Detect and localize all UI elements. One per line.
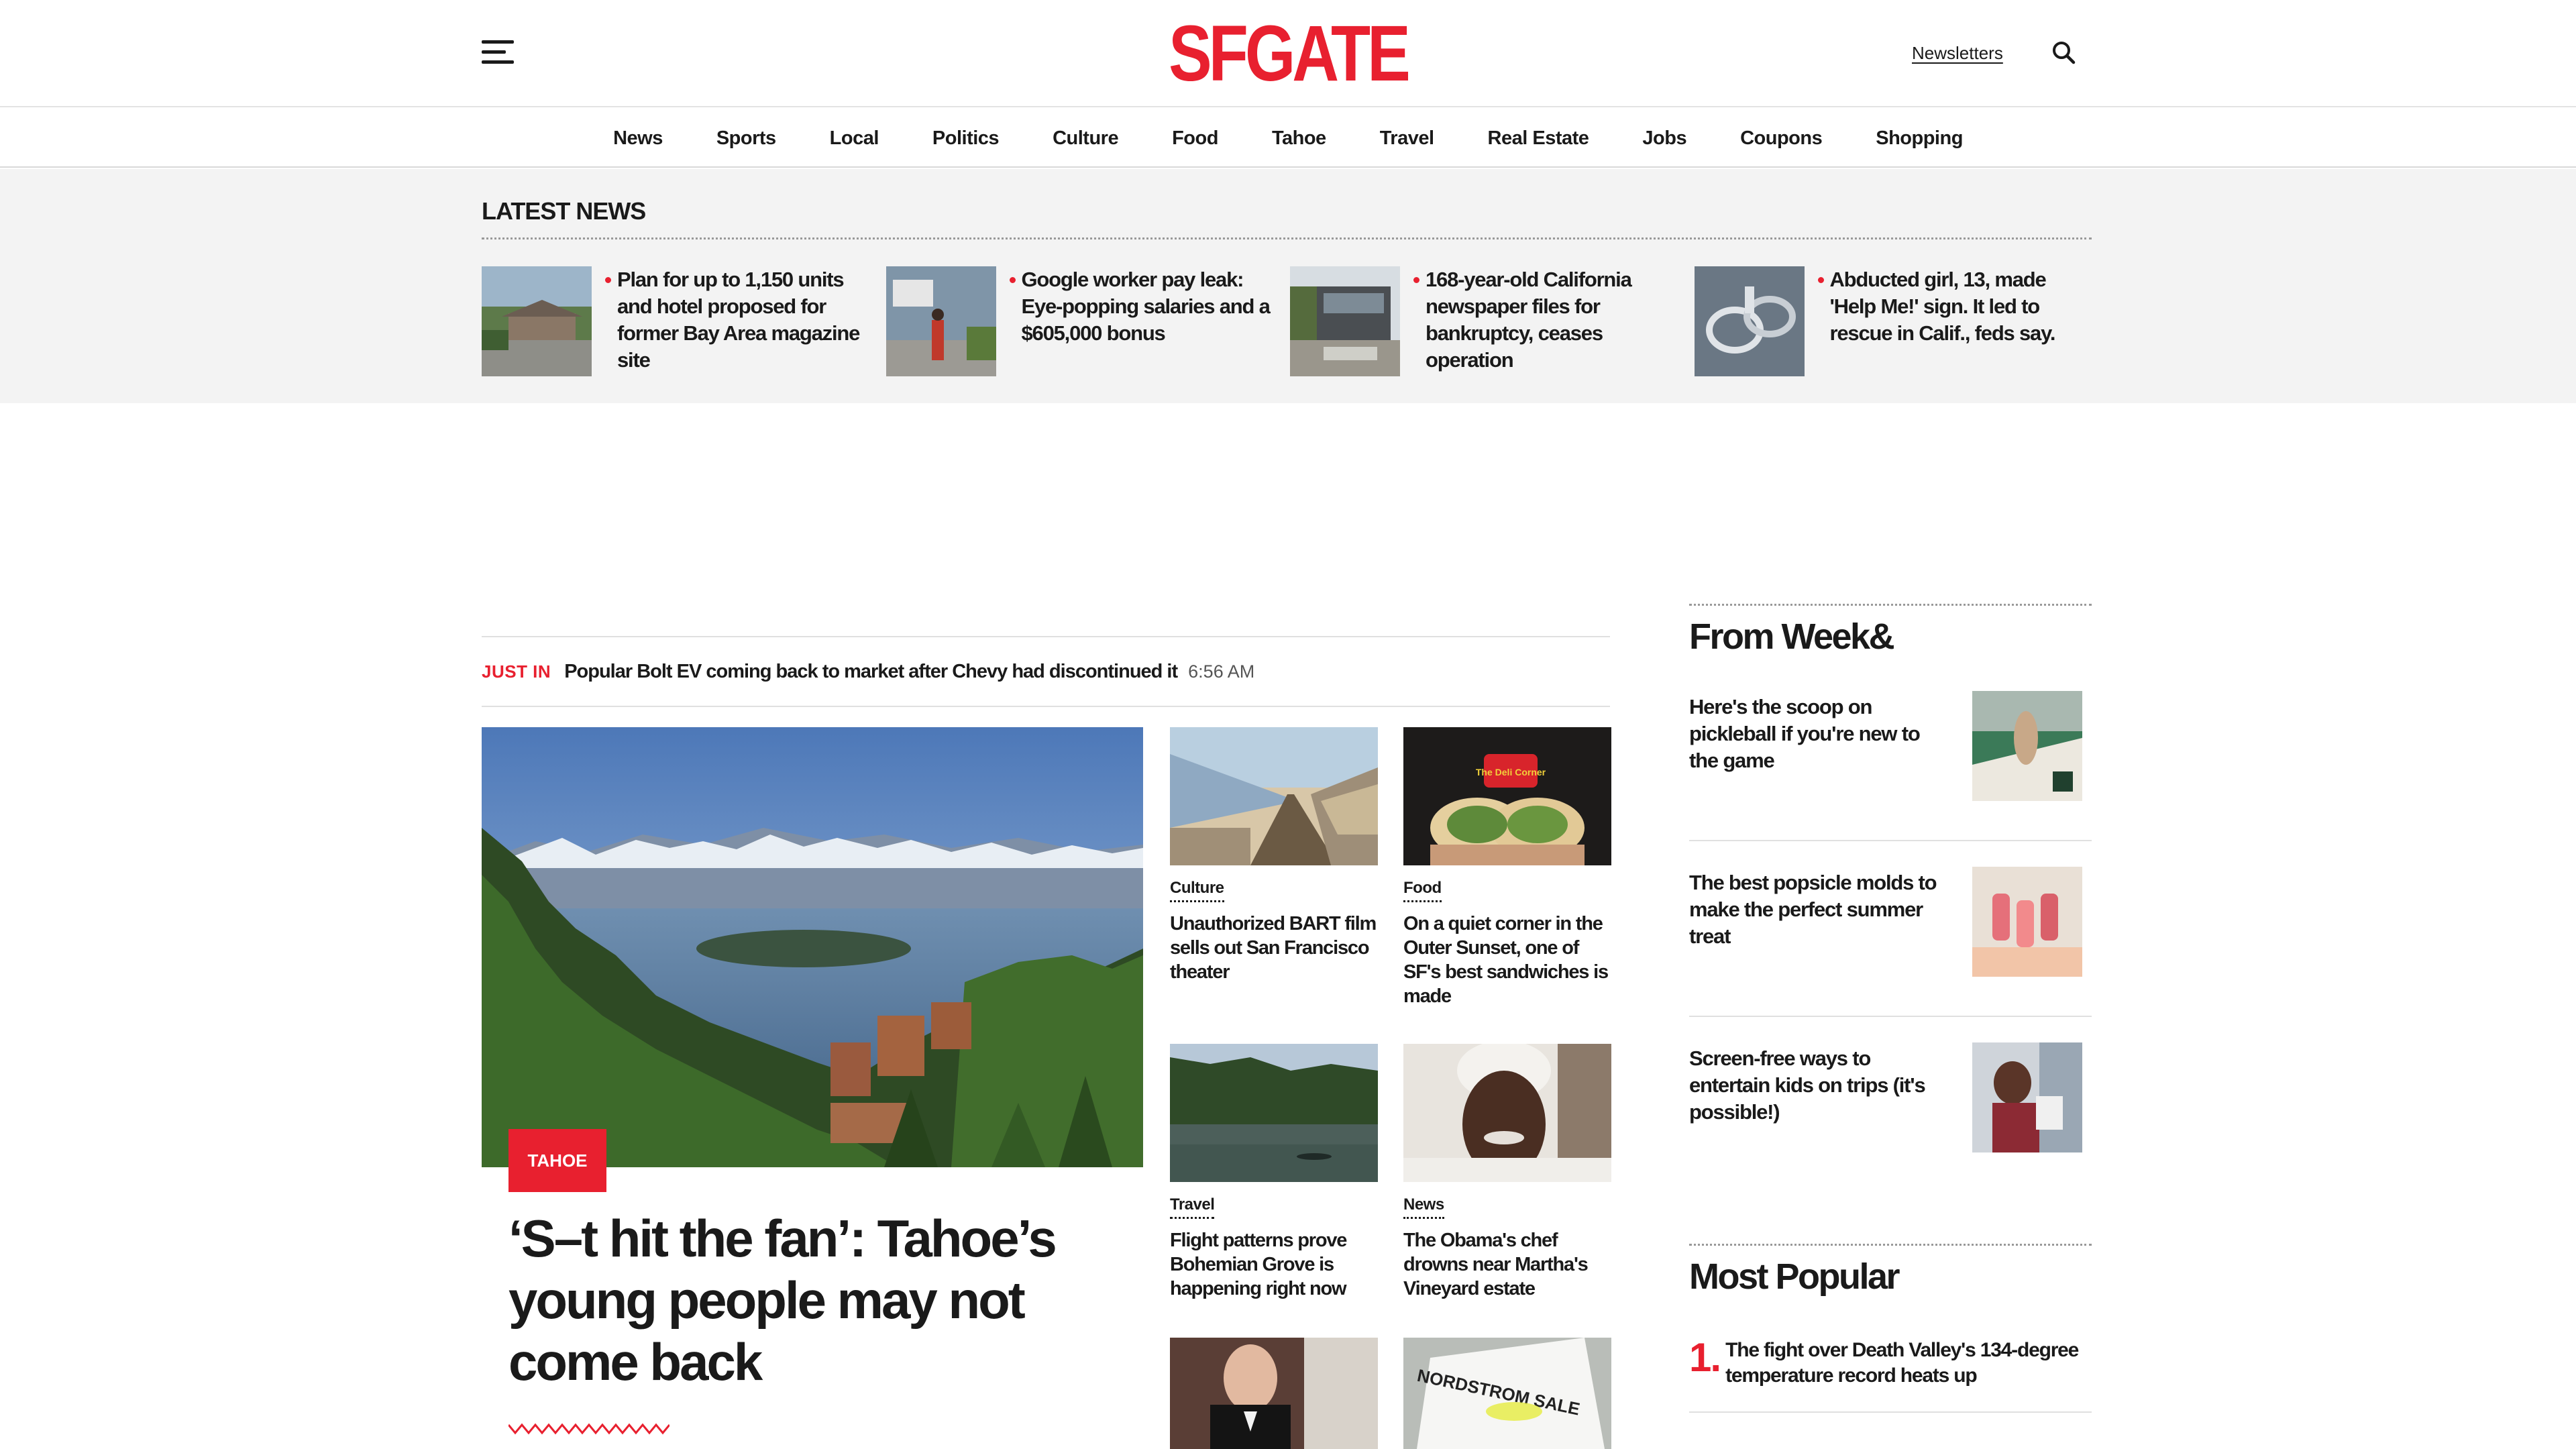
story-card-category[interactable]: News bbox=[1403, 1195, 1444, 1219]
nav-item-tahoe[interactable]: Tahoe bbox=[1272, 127, 1326, 150]
story-card-title[interactable]: Unauthorized BART film sells out San Fra… bbox=[1170, 912, 1378, 984]
week-item-thumbnail[interactable] bbox=[1972, 691, 2082, 801]
story-card-title[interactable]: The Obama's chef drowns near Martha's Vi… bbox=[1403, 1228, 1611, 1301]
divider bbox=[1689, 604, 2092, 606]
decorative-squiggle bbox=[508, 1423, 669, 1435]
most-popular-headline[interactable]: The fight over Death Valley's 134-degree… bbox=[1725, 1335, 2092, 1411]
story-card[interactable]: Culture Unauthorized BART film sells out… bbox=[1170, 727, 1378, 984]
nav-item-coupons[interactable]: Coupons bbox=[1740, 127, 1823, 150]
hamburger-menu-icon[interactable] bbox=[482, 40, 514, 64]
sfgate-logo[interactable]: SFGATE bbox=[1169, 9, 1411, 98]
story-card-image[interactable] bbox=[1403, 1044, 1611, 1182]
latest-news-headline[interactable]: Abducted girl, 13, made 'Help Me!' sign.… bbox=[1817, 266, 2086, 376]
most-popular-item[interactable]: 1. The fight over Death Valley's 134-deg… bbox=[1689, 1335, 2092, 1413]
just-in-label: JUST IN bbox=[482, 661, 551, 682]
week-item-thumbnail[interactable] bbox=[1972, 1042, 2082, 1152]
just-in-headline[interactable]: Popular Bolt EV coming back to market af… bbox=[564, 661, 1178, 683]
divider bbox=[1689, 1244, 2092, 1246]
divider bbox=[1689, 840, 2092, 841]
latest-news-headline[interactable]: Plan for up to 1,150 units and hotel pro… bbox=[605, 266, 873, 376]
story-card-category[interactable]: Culture bbox=[1170, 879, 1224, 902]
latest-news-item[interactable]: 168-year-old California newspaper files … bbox=[1290, 266, 1695, 376]
story-card-category[interactable]: Travel bbox=[1170, 1195, 1215, 1219]
week-list-item[interactable]: Here's the scoop on pickleball if you're… bbox=[1689, 691, 2092, 801]
week-list-item[interactable]: Screen-free ways to entertain kids on tr… bbox=[1689, 1042, 2092, 1152]
site-header: SFGATE Newsletters bbox=[0, 0, 2576, 107]
latest-news-headline[interactable]: 168-year-old California newspaper files … bbox=[1413, 266, 1682, 376]
week-item-headline[interactable]: The best popsicle molds to make the perf… bbox=[1689, 867, 1944, 977]
search-icon[interactable] bbox=[2050, 39, 2077, 66]
most-popular-rank: 1. bbox=[1689, 1335, 1721, 1380]
story-card[interactable]: NORDSTROM SALE bbox=[1403, 1338, 1611, 1449]
story-card-image[interactable]: The Deli Corner bbox=[1403, 727, 1611, 865]
story-card-category[interactable]: Food bbox=[1403, 879, 1442, 902]
week-item-thumbnail[interactable] bbox=[1972, 867, 2082, 977]
nav-item-sports[interactable]: Sports bbox=[716, 127, 776, 150]
story-card[interactable]: The Deli Corner Food On a quiet corner i… bbox=[1403, 727, 1611, 1008]
week-list-item[interactable]: The best popsicle molds to make the perf… bbox=[1689, 867, 2092, 977]
nav-item-local[interactable]: Local bbox=[830, 127, 879, 150]
hero-headline[interactable]: ‘S–t hit the fan’: Tahoe’s young people … bbox=[508, 1208, 1112, 1393]
story-card-image[interactable] bbox=[1170, 1044, 1378, 1182]
week-item-headline[interactable]: Here's the scoop on pickleball if you're… bbox=[1689, 691, 1944, 801]
story-card[interactable]: Travel Flight patterns prove Bohemian Gr… bbox=[1170, 1044, 1378, 1301]
hero-image[interactable] bbox=[482, 727, 1143, 1167]
main-nav: News Sports Local Politics Culture Food … bbox=[0, 109, 2576, 168]
nav-item-culture[interactable]: Culture bbox=[1053, 127, 1119, 150]
deli-sign-text: The Deli Corner bbox=[1476, 767, 1546, 777]
week-item-headline[interactable]: Screen-free ways to entertain kids on tr… bbox=[1689, 1042, 1944, 1152]
story-card-image[interactable]: NORDSTROM SALE bbox=[1403, 1338, 1611, 1449]
latest-news-item[interactable]: Abducted girl, 13, made 'Help Me!' sign.… bbox=[1694, 266, 2099, 376]
latest-news-thumbnail[interactable] bbox=[1694, 266, 1805, 376]
nav-item-jobs[interactable]: Jobs bbox=[1642, 127, 1686, 150]
story-card-image[interactable] bbox=[1170, 1338, 1378, 1449]
story-card-image[interactable] bbox=[1170, 727, 1378, 865]
hero-category-tag[interactable]: TAHOE bbox=[508, 1129, 606, 1192]
nav-item-real-estate[interactable]: Real Estate bbox=[1488, 127, 1589, 150]
just-in-bar: JUST IN Popular Bolt EV coming back to m… bbox=[482, 636, 1610, 707]
nav-item-travel[interactable]: Travel bbox=[1380, 127, 1434, 150]
nav-item-politics[interactable]: Politics bbox=[932, 127, 1000, 150]
divider bbox=[482, 237, 2092, 239]
story-card-title[interactable]: Flight patterns prove Bohemian Grove is … bbox=[1170, 1228, 1378, 1301]
latest-news-thumbnail[interactable] bbox=[885, 266, 996, 376]
newsletters-link[interactable]: Newsletters bbox=[1912, 43, 2003, 64]
nav-item-shopping[interactable]: Shopping bbox=[1876, 127, 1963, 150]
most-popular-title: Most Popular bbox=[1689, 1256, 1900, 1297]
latest-news-headline[interactable]: Google worker pay leak: Eye-popping sala… bbox=[1009, 266, 1278, 376]
latest-news-thumbnail[interactable] bbox=[482, 266, 592, 376]
from-week-title: From Week& bbox=[1689, 616, 1895, 657]
story-card-title[interactable]: On a quiet corner in the Outer Sunset, o… bbox=[1403, 912, 1611, 1008]
story-card[interactable]: News The Obama's chef drowns near Martha… bbox=[1403, 1044, 1611, 1301]
story-card[interactable] bbox=[1170, 1338, 1378, 1449]
latest-news-item[interactable]: Google worker pay leak: Eye-popping sala… bbox=[885, 266, 1291, 376]
latest-news-title: LATEST NEWS bbox=[482, 197, 646, 225]
nav-item-news[interactable]: News bbox=[613, 127, 663, 150]
just-in-timestamp: 6:56 AM bbox=[1188, 661, 1255, 682]
latest-news-item[interactable]: Plan for up to 1,150 units and hotel pro… bbox=[482, 266, 886, 376]
latest-news-strip: LATEST NEWS Plan for up to 1,150 units a… bbox=[0, 169, 2576, 403]
latest-news-thumbnail[interactable] bbox=[1290, 266, 1400, 376]
divider bbox=[1689, 1016, 2092, 1017]
nav-item-food[interactable]: Food bbox=[1172, 127, 1218, 150]
